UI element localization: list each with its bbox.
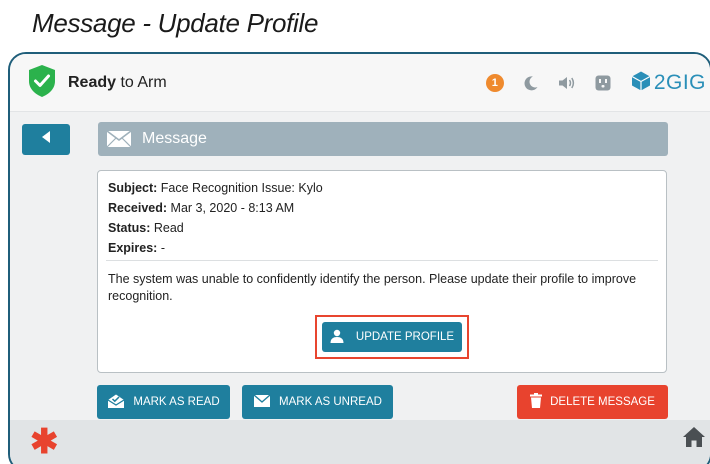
subject-value: Face Recognition Issue: Kylo bbox=[157, 181, 323, 195]
arm-status-label[interactable]: Ready to Arm bbox=[68, 74, 167, 92]
update-profile-highlight: UPDATE PROFILE bbox=[315, 315, 469, 359]
speaker-icon[interactable] bbox=[558, 74, 576, 92]
status-label: Status: bbox=[108, 221, 151, 235]
received-value: Mar 3, 2020 - 8:13 AM bbox=[167, 201, 295, 215]
ready-text: Ready bbox=[68, 74, 117, 91]
outlet-icon[interactable] bbox=[594, 74, 612, 92]
update-profile-label: UPDATE PROFILE bbox=[355, 331, 455, 343]
expires-label: Expires: bbox=[108, 241, 158, 255]
subject-row: Subject: Face Recognition Issue: Kylo bbox=[108, 178, 323, 198]
page-title: Message bbox=[142, 130, 207, 147]
brand-name: 2GIG bbox=[653, 71, 706, 94]
status-value: Read bbox=[150, 221, 184, 235]
mark-as-unread-label: MARK AS UNREAD bbox=[279, 396, 382, 408]
mark-as-read-label: MARK AS READ bbox=[133, 396, 220, 408]
trash-icon bbox=[530, 393, 550, 411]
closed-envelope-icon bbox=[253, 393, 279, 411]
status-row: Status: Read bbox=[108, 218, 323, 238]
received-label: Received: bbox=[108, 201, 168, 215]
back-button[interactable] bbox=[22, 124, 70, 155]
panel-screen: Ready to Arm 1 2GIG Message Subject: Fac… bbox=[8, 52, 710, 464]
to-arm-text: to Arm bbox=[116, 74, 167, 91]
mark-as-unread-button[interactable]: MARK AS UNREAD bbox=[242, 385, 393, 419]
status-icons: 1 2GIG bbox=[485, 54, 710, 112]
status-bar: Ready to Arm 1 2GIG bbox=[10, 54, 710, 112]
back-arrow-icon bbox=[39, 130, 53, 149]
moon-icon[interactable] bbox=[522, 74, 540, 92]
page-caption: Message - Update Profile bbox=[32, 8, 319, 38]
message-meta: Subject: Face Recognition Issue: Kylo Re… bbox=[108, 178, 323, 258]
brand-logo: 2GIG bbox=[630, 70, 706, 97]
mark-as-read-button[interactable]: MARK AS READ bbox=[97, 385, 230, 419]
subject-label: Subject: bbox=[108, 181, 158, 195]
cube-logo-icon bbox=[630, 70, 652, 97]
divider bbox=[106, 260, 658, 261]
open-envelope-icon bbox=[107, 393, 133, 412]
emergency-asterisk-icon[interactable]: ✱ bbox=[30, 422, 59, 462]
delete-message-label: DELETE MESSAGE bbox=[550, 396, 655, 408]
delete-message-button[interactable]: DELETE MESSAGE bbox=[517, 385, 668, 419]
expires-row: Expires: - bbox=[108, 238, 323, 258]
message-card: Subject: Face Recognition Issue: Kylo Re… bbox=[97, 170, 667, 373]
shield-check-icon[interactable] bbox=[28, 64, 56, 98]
person-icon bbox=[330, 329, 356, 346]
expires-value: - bbox=[157, 241, 165, 255]
home-icon[interactable] bbox=[682, 426, 706, 453]
footer-bar: ✱ bbox=[10, 420, 710, 464]
envelope-icon bbox=[106, 130, 132, 153]
message-body: The system was unable to confidently ide… bbox=[108, 272, 637, 303]
message-title-bar: Message bbox=[98, 122, 668, 156]
received-row: Received: Mar 3, 2020 - 8:13 AM bbox=[108, 198, 323, 218]
notification-badge[interactable]: 1 bbox=[485, 74, 504, 92]
update-profile-button[interactable]: UPDATE PROFILE bbox=[322, 322, 462, 352]
